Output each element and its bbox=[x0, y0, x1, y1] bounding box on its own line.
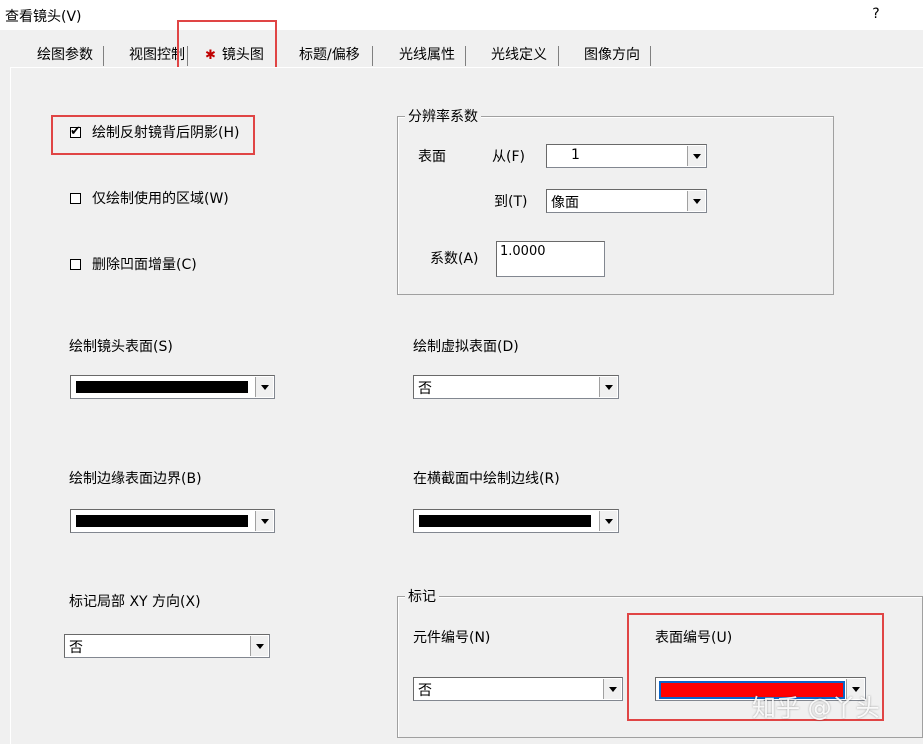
help-button[interactable]: ? bbox=[868, 6, 884, 22]
draw-edge-boundary-select[interactable] bbox=[70, 509, 275, 533]
active-star-icon: ✱ bbox=[205, 48, 216, 63]
dropdown-button[interactable] bbox=[255, 511, 273, 531]
tab-view-control[interactable]: 视图控制 bbox=[129, 43, 185, 67]
window-title: 查看镜头(V) bbox=[5, 9, 82, 25]
factor-value: 1.0000 bbox=[500, 244, 546, 259]
draw-cross-edge-select[interactable] bbox=[413, 509, 619, 533]
chevron-down-icon bbox=[261, 519, 269, 524]
mirror-shadow-checkbox[interactable]: ✔ bbox=[70, 124, 81, 139]
tab-ray-properties[interactable]: 光线属性 bbox=[399, 43, 455, 67]
used-region-label: 仅绘制使用的区域(W) bbox=[92, 191, 229, 207]
tab-title-offset[interactable]: 标题/偏移 bbox=[299, 43, 360, 67]
from-surface-select[interactable]: 1 bbox=[546, 144, 707, 168]
tab-lens-drawing-label: 镜头图 bbox=[221, 47, 264, 63]
dropdown-button[interactable] bbox=[603, 679, 621, 699]
color-swatch bbox=[419, 515, 591, 527]
to-surface-select[interactable]: 像面 bbox=[546, 189, 707, 213]
mark-local-xy-label: 标记局部 XY 方向(X) bbox=[69, 594, 201, 610]
tab-separator bbox=[650, 46, 651, 66]
chevron-down-icon bbox=[609, 687, 617, 692]
draw-edge-boundary-label: 绘制边缘表面边界(B) bbox=[69, 471, 202, 487]
element-number-value: 否 bbox=[418, 683, 432, 699]
tab-ray-definition[interactable]: 光线定义 bbox=[491, 43, 547, 67]
tab-separator bbox=[558, 46, 559, 66]
chevron-down-icon bbox=[605, 385, 613, 390]
tab-separator bbox=[372, 46, 373, 66]
tab-separator bbox=[465, 46, 466, 66]
chevron-down-icon bbox=[605, 519, 613, 524]
title-bar: 查看镜头(V) ? bbox=[0, 0, 923, 30]
watermark-text: 知乎 @丫头 bbox=[752, 694, 880, 722]
tab-image-orientation[interactable]: 图像方向 bbox=[584, 43, 640, 67]
color-swatch bbox=[76, 381, 248, 393]
delete-concave-checkbox[interactable] bbox=[70, 259, 81, 270]
element-number-label: 元件编号(N) bbox=[413, 630, 491, 646]
tab-lens-drawing[interactable]: ✱ 镜头图 bbox=[205, 43, 264, 67]
dropdown-button[interactable] bbox=[599, 511, 617, 531]
draw-lens-surface-select[interactable] bbox=[70, 375, 275, 399]
from-label: 从(F) bbox=[492, 149, 525, 165]
draw-virtual-surface-value: 否 bbox=[418, 381, 432, 397]
mark-local-xy-select[interactable]: 否 bbox=[64, 634, 270, 658]
dropdown-button[interactable] bbox=[687, 191, 705, 211]
factor-input[interactable]: 1.0000 bbox=[496, 241, 605, 277]
used-region-checkbox[interactable] bbox=[70, 193, 81, 204]
dropdown-button[interactable] bbox=[250, 636, 268, 656]
tab-separator bbox=[103, 46, 104, 66]
mirror-shadow-label: 绘制反射镜背后阴影(H) bbox=[92, 125, 240, 141]
chevron-down-icon bbox=[261, 385, 269, 390]
element-number-select[interactable]: 否 bbox=[413, 677, 623, 701]
draw-lens-surface-label: 绘制镜头表面(S) bbox=[69, 339, 173, 355]
draw-virtual-surface-label: 绘制虚拟表面(D) bbox=[413, 339, 519, 355]
to-label: 到(T) bbox=[494, 194, 528, 210]
mark-local-xy-value: 否 bbox=[69, 640, 83, 656]
chevron-down-icon bbox=[693, 199, 701, 204]
delete-concave-label: 删除凹面增量(C) bbox=[92, 257, 197, 273]
chevron-down-icon bbox=[693, 154, 701, 159]
marks-group-title: 标记 bbox=[405, 586, 439, 606]
draw-cross-edge-label: 在横截面中绘制边线(R) bbox=[413, 471, 560, 487]
from-surface-value: 1 bbox=[571, 147, 580, 163]
tab-plot-params[interactable]: 绘图参数 bbox=[37, 43, 93, 67]
check-mark-icon: ✔ bbox=[70, 124, 81, 139]
chevron-down-icon bbox=[256, 644, 264, 649]
surface-label: 表面 bbox=[418, 149, 446, 165]
tab-separator bbox=[187, 46, 188, 66]
dropdown-button[interactable] bbox=[599, 377, 617, 397]
draw-virtual-surface-select[interactable]: 否 bbox=[413, 375, 619, 399]
factor-label: 系数(A) bbox=[430, 251, 479, 267]
dropdown-button[interactable] bbox=[687, 146, 705, 166]
dropdown-button[interactable] bbox=[255, 377, 273, 397]
to-surface-value: 像面 bbox=[551, 195, 579, 211]
color-swatch bbox=[76, 515, 248, 527]
surface-number-label: 表面编号(U) bbox=[655, 630, 733, 646]
resolution-group-title: 分辨率系数 bbox=[405, 106, 481, 126]
